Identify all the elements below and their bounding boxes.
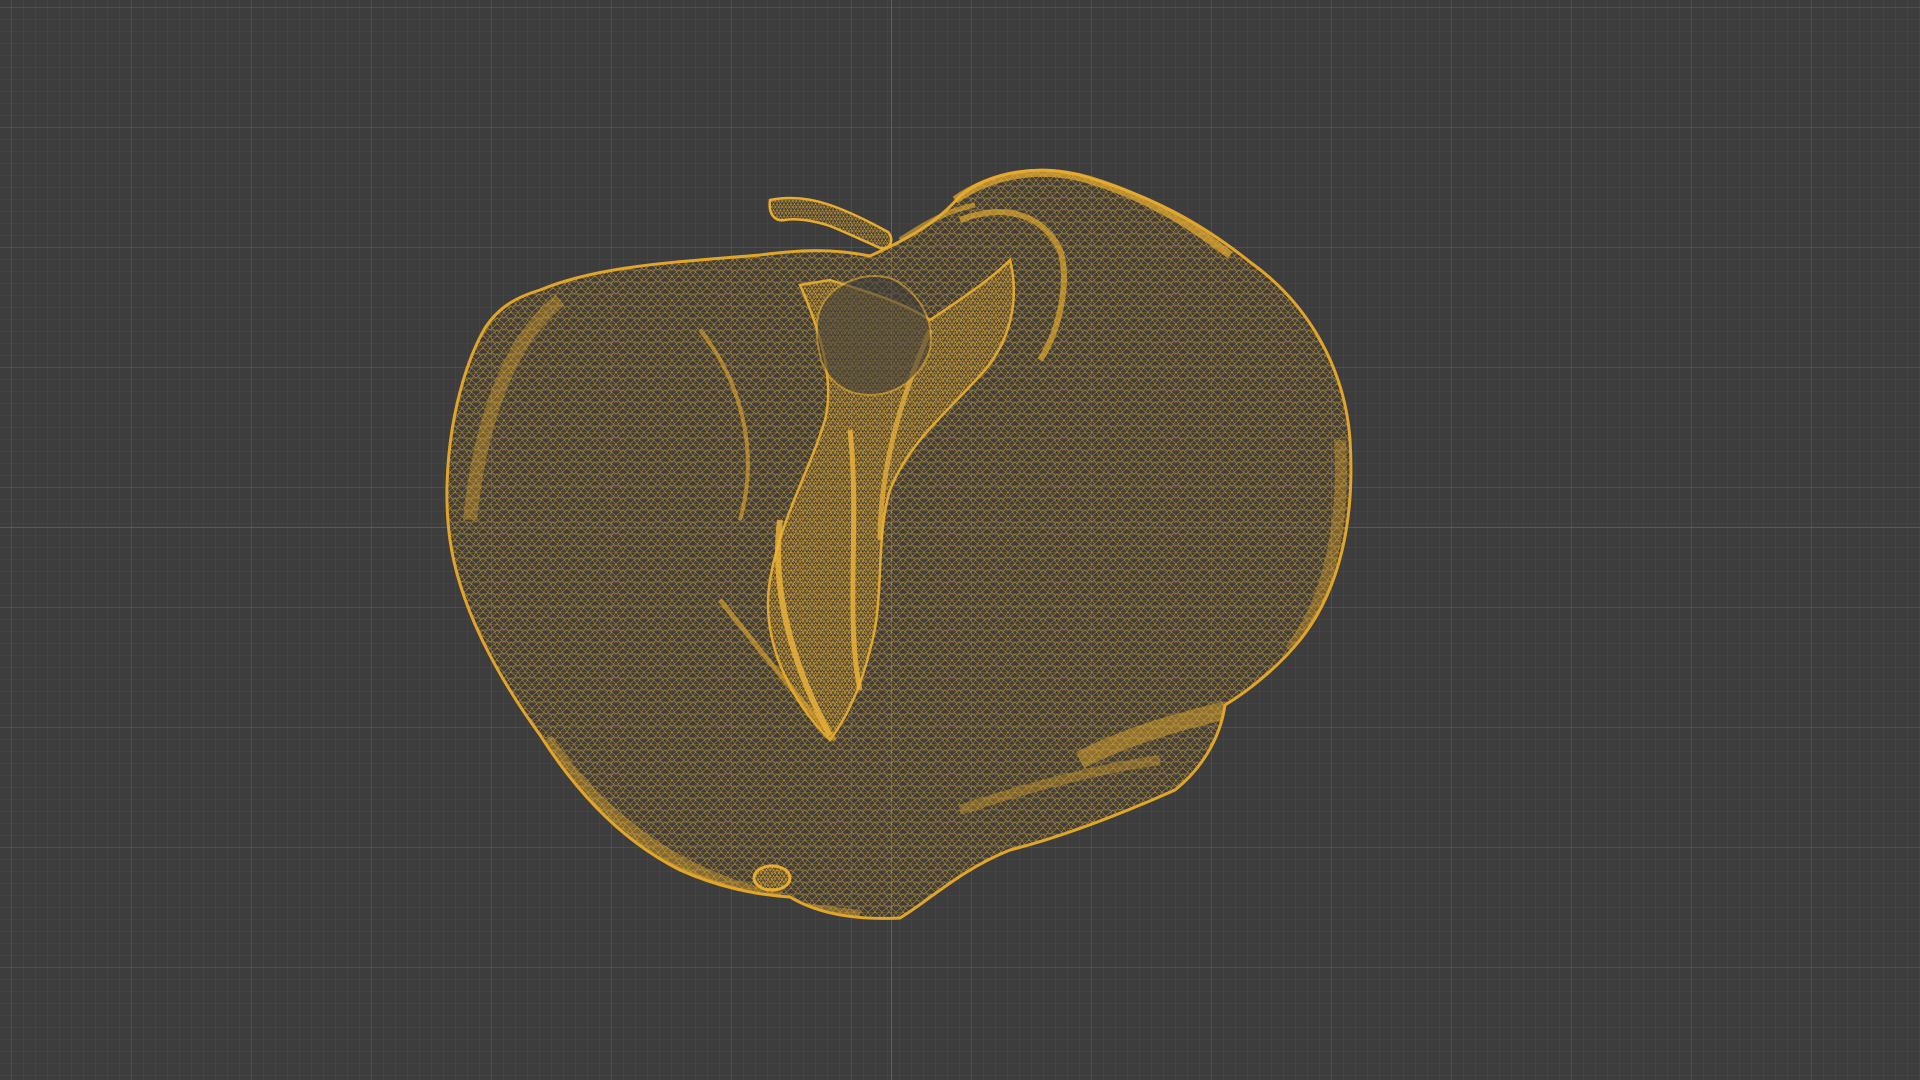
mesh-opening [815, 275, 932, 397]
mesh-bump [752, 864, 792, 892]
3d-viewport[interactable] [0, 0, 1920, 1080]
wireframe-mesh[interactable] [0, 0, 1920, 1080]
mesh-stem [768, 196, 893, 250]
